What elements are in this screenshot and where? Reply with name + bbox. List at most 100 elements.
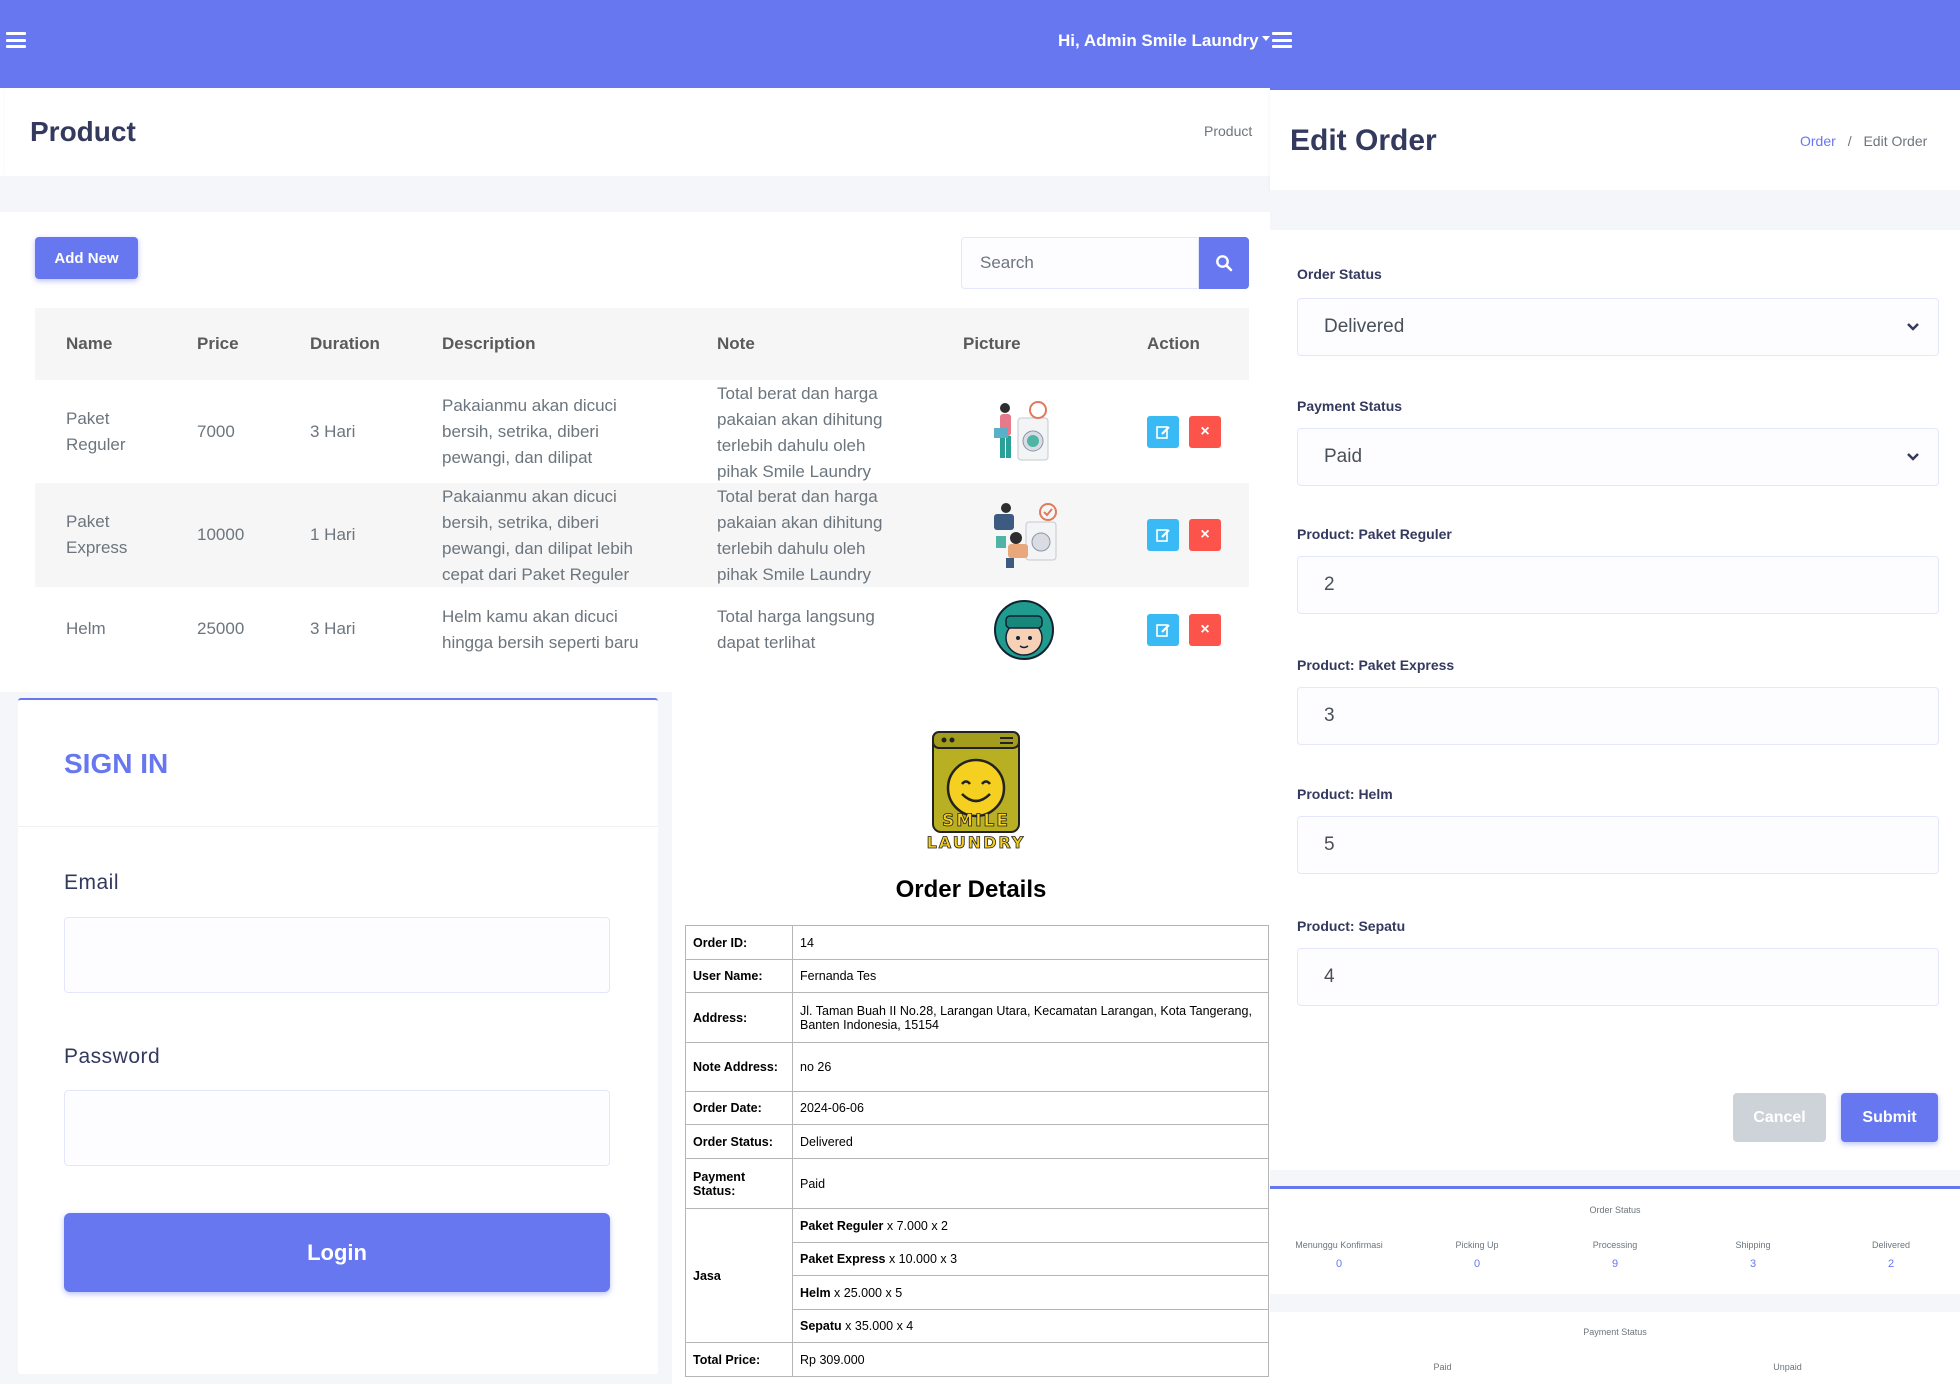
breadcrumb-separator: / [1847,133,1852,149]
delete-button[interactable]: × [1189,614,1221,646]
edit-icon [1156,624,1170,637]
edit-button[interactable] [1147,614,1179,646]
detail-key: Jasa [685,1208,793,1343]
table-row: Order Date: 2024-06-06 [685,1091,1269,1125]
product-description: Pakaianmu akan dicuci bersih, setrika, di… [442,487,633,584]
product-description: Helm kamu akan dicuci hingga bersih seper… [442,607,639,652]
order-status-stats: Menunggu Konfirmasi 0 Picking Up 0 Process… [1270,1240,1960,1270]
stat-item: Shipping 3 [1735,1240,1771,1270]
stat-item: Processing 9 [1592,1240,1638,1270]
detail-key: Order Status: [685,1124,793,1159]
hamburger-menu-icon[interactable] [6,32,26,48]
search-input[interactable]: Search [961,237,1199,289]
user-dropdown-caret-icon[interactable] [1262,36,1270,41]
select-value: Delivered [1324,316,1405,337]
edit-icon [1156,426,1170,439]
express-laundry-illustration [994,503,1057,568]
email-field[interactable] [64,917,610,993]
quantity-input-helm[interactable]: 5 [1297,816,1939,874]
product-duration: 3 Hari [310,619,356,638]
detail-value: no 26 [792,1042,1269,1092]
product-note: Total berat dan harga pakaian akan dihitu… [717,487,883,584]
submit-button[interactable]: Submit [1841,1093,1938,1142]
payment-status-card [1270,1312,1960,1384]
detail-value: 14 [792,925,1269,960]
laundry-person-illustration [994,401,1049,461]
close-icon: × [1200,621,1210,638]
product-name: Paket Express [66,512,128,557]
hamburger-menu-icon[interactable] [1272,32,1292,48]
order-status-select[interactable]: Delivered [1297,298,1939,356]
product-header [5,88,1270,176]
breadcrumb-current: Edit Order [1863,133,1928,149]
order-status-title: Order Status [1589,1205,1641,1215]
field-label: Product: Sepatu [1297,918,1406,934]
column-header: Description [442,334,536,353]
detail-key: User Name: [685,959,793,993]
breadcrumb[interactable]: Product [1204,123,1252,139]
email-label: Email [64,871,120,894]
field-label: Product: Paket Reguler [1297,526,1452,542]
jasa-item: Paket Express x 10.000 x 3 [792,1242,1269,1276]
jasa-item: Sepatu x 35.000 x 4 [792,1309,1269,1343]
search-button[interactable] [1199,237,1249,289]
user-greeting[interactable]: Hi, Admin Smile Laundry [1058,31,1259,51]
table-row: Address: Jl. Taman Buah II No.28, Laranga… [685,992,1269,1043]
jasa-item: Helm x 25.000 x 5 [792,1275,1269,1310]
column-header: Name [66,334,113,353]
product-note: Total berat dan harga pakaian akan dihitu… [717,384,883,481]
logo-text-top: SMILE [942,811,1010,831]
password-field[interactable] [64,1090,610,1166]
detail-value: Delivered [792,1124,1269,1159]
column-header: Duration [310,334,380,353]
table-row: User Name: Fernanda Tes [685,959,1269,993]
quantity-input-paket-reguler[interactable]: 2 [1297,556,1939,614]
payment-status-stats: Paid Unpaid [1270,1362,1960,1372]
login-button[interactable]: Login [64,1213,610,1292]
product-duration: 1 Hari [310,525,356,544]
select-value: Paid [1324,446,1363,467]
stat-item: Unpaid [1773,1362,1802,1372]
detail-key: Total Price: [685,1342,793,1377]
delete-button[interactable]: × [1189,416,1221,448]
stat-item: Picking Up 0 [1455,1240,1499,1270]
cancel-button[interactable]: Cancel [1733,1093,1826,1142]
detail-key: Address: [685,992,793,1043]
password-label: Password [64,1045,161,1068]
product-duration: 3 Hari [310,422,356,441]
product-price: 7000 [197,422,235,441]
delete-button[interactable]: × [1189,519,1221,551]
stat-item: Menunggu Konfirmasi 0 [1295,1240,1383,1270]
detail-value: Rp 309.000 [792,1342,1269,1377]
breadcrumb-link[interactable]: Order [1800,133,1836,149]
edit-button[interactable] [1147,519,1179,551]
table-row: Jasa Paket Reguler x 7.000 x 2 [685,1208,1269,1343]
table-row: Payment Status: Paid [685,1158,1269,1209]
signin-title: SIGN IN [64,748,169,779]
detail-key: Payment Status: [685,1158,793,1209]
close-icon: × [1200,526,1210,543]
helmet-illustration [994,600,1054,660]
add-new-button[interactable]: Add New [35,237,138,279]
table-row: Total Price: Rp 309.000 [685,1342,1269,1377]
column-header: Note [717,334,755,353]
search-icon [1216,255,1233,272]
quantity-input-sepatu[interactable]: 4 [1297,948,1939,1006]
top-navbar-right [1270,0,1960,90]
table-row: Order Status: Delivered [685,1124,1269,1159]
payment-status-title: Payment Status [1583,1327,1647,1337]
stat-item: Paid [1433,1362,1452,1372]
edit-button[interactable] [1147,416,1179,448]
quantity-input-paket-express[interactable]: 3 [1297,687,1939,745]
section-gap [0,176,1270,212]
detail-value: Paid [792,1158,1269,1209]
breadcrumb: Order / Edit Order [1800,133,1927,149]
product-price: 10000 [197,525,245,544]
edit-icon [1156,529,1170,542]
order-details-title: Order Details [895,876,1047,903]
payment-status-select[interactable]: Paid [1297,428,1939,486]
table-row: Order ID: 14 [685,925,1269,960]
order-details-table: Order ID: 14 User Name: Fernanda Tes Addre… [685,925,1269,1377]
product-description: Pakaianmu akan dicuci bersih, setrika, di… [442,396,617,467]
divider [18,826,658,827]
